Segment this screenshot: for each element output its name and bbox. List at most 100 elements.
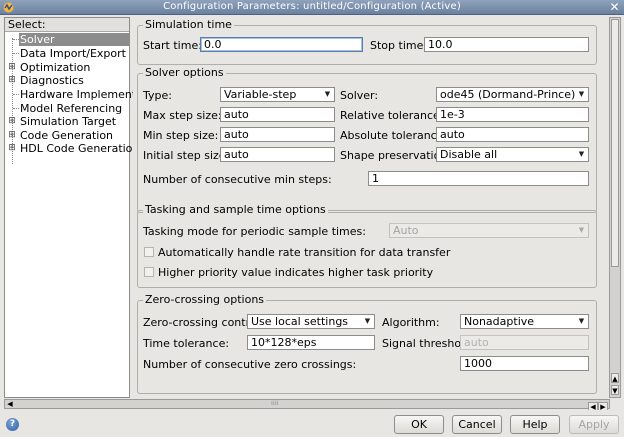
expand-icon[interactable]: ⊞: [7, 61, 17, 74]
help-button[interactable]: Help: [510, 415, 560, 434]
scroll-left-icon[interactable]: ◀: [6, 400, 14, 408]
tree-item-label: Model Referencing: [20, 102, 123, 115]
type-value: Variable-step: [224, 88, 297, 101]
tree-item-data-import-export[interactable]: Data Import/Export: [5, 47, 129, 60]
group-title: Solver options: [143, 66, 226, 79]
algorithm-dropdown[interactable]: Nonadaptive ▼: [460, 314, 589, 329]
min-step-size-label: Min step size:: [143, 129, 219, 142]
tree-item-optimization[interactable]: ⊞ Optimization: [5, 61, 129, 74]
group-title: Tasking and sample time options: [143, 203, 328, 216]
solver-settings-pane: Simulation time Start time: 0.0 Stop tim…: [133, 17, 609, 398]
start-time-label: Start time:: [143, 39, 202, 52]
zero-crossing-group: Zero-crossing options Zero-crossing cont…: [137, 293, 597, 394]
dialog-button-bar: ? OK Cancel Help Apply: [0, 410, 624, 437]
absolute-tolerance-input[interactable]: auto: [436, 127, 589, 142]
consecutive-min-steps-label: Number of consecutive min steps:: [143, 173, 332, 186]
solver-options-group: Solver options Type: Variable-step ▼ Sol…: [137, 66, 597, 213]
ok-button[interactable]: OK: [394, 415, 444, 434]
higher-priority-label: Higher priority value indicates higher t…: [158, 266, 434, 279]
tree-item-label: Solver: [19, 33, 129, 46]
relative-tolerance-input[interactable]: 1e-3: [436, 107, 589, 122]
close-icon[interactable]: ✕: [608, 0, 621, 14]
title-bar[interactable]: Configuration Parameters: untitled/Confi…: [0, 0, 624, 15]
type-dropdown[interactable]: Variable-step ▼: [220, 87, 335, 102]
tree-header: Select:: [5, 18, 129, 32]
tasking-group: Tasking and sample time options Tasking …: [137, 203, 597, 288]
tree-item-label: Optimization: [20, 61, 91, 74]
zero-crossing-control-value: Use local settings: [251, 315, 349, 328]
chevron-down-icon: ▼: [578, 226, 585, 234]
scroll-down-icon[interactable]: ▼: [611, 385, 619, 395]
stop-time-label: Stop time:: [370, 39, 428, 52]
chevron-down-icon: ▼: [578, 317, 585, 325]
shape-preservation-value: Disable all: [440, 148, 498, 161]
max-step-size-label: Max step size:: [143, 109, 222, 122]
tasking-mode-value: Auto: [393, 224, 419, 237]
simulation-time-group: Simulation time Start time: 0.0 Stop tim…: [137, 18, 597, 65]
absolute-tolerance-label: Absolute tolerance:: [340, 129, 448, 142]
tree-item-label: HDL Code Generation: [20, 142, 140, 155]
shape-preservation-label: Shape preservation:: [340, 149, 452, 162]
tree-item-label: Simulation Target: [20, 115, 117, 128]
tree-item-label: Data Import/Export: [20, 47, 126, 60]
chevron-down-icon: ▼: [578, 150, 585, 158]
start-time-input[interactable]: 0.0: [200, 37, 363, 52]
window-title: Configuration Parameters: untitled/Confi…: [163, 1, 461, 12]
tree-item-label: Code Generation: [20, 129, 114, 142]
tree-item-label: Hardware Implement...: [20, 88, 147, 101]
consecutive-zero-crossings-label: Number of consecutive zero crossings:: [143, 358, 357, 371]
type-label: Type:: [143, 89, 172, 102]
chevron-down-icon: ▼: [364, 317, 371, 325]
algorithm-value: Nonadaptive: [464, 315, 535, 328]
solver-label: Solver:: [340, 89, 379, 102]
tree-item-hardware-implementation[interactable]: Hardware Implement...: [5, 88, 147, 101]
algorithm-label: Algorithm:: [382, 316, 440, 329]
apply-button[interactable]: Apply: [569, 415, 619, 434]
consecutive-zero-crossings-input[interactable]: 1000: [460, 356, 589, 371]
shape-preservation-dropdown[interactable]: Disable all ▼: [436, 147, 589, 162]
group-title: Simulation time: [143, 18, 234, 31]
initial-step-size-label: Initial step size:: [143, 149, 230, 162]
consecutive-min-steps-input[interactable]: 1: [368, 171, 589, 186]
cancel-button[interactable]: Cancel: [452, 415, 502, 434]
tree-item-code-generation[interactable]: ⊞ Code Generation: [5, 129, 129, 142]
solver-value: ode45 (Dormand-Prince): [440, 88, 576, 101]
chevron-down-icon: ▼: [578, 90, 585, 98]
tree-item-simulation-target[interactable]: ⊞ Simulation Target: [5, 115, 129, 128]
zero-crossing-control-label: Zero-crossing control:: [143, 316, 264, 329]
tree-item-solver[interactable]: Solver: [5, 33, 129, 46]
chevron-down-icon: ▼: [324, 90, 331, 98]
group-title: Zero-crossing options: [143, 293, 267, 306]
stop-time-input[interactable]: 10.0: [424, 37, 589, 52]
initial-step-size-input[interactable]: auto: [220, 147, 335, 162]
tasking-mode-label: Tasking mode for periodic sample times:: [143, 225, 366, 238]
expand-icon[interactable]: ⊞: [7, 115, 17, 128]
higher-priority-checkbox[interactable]: [144, 267, 154, 277]
scrollbar-thumb[interactable]: [611, 19, 619, 267]
auto-rate-transition-label: Automatically handle rate transition for…: [158, 246, 451, 259]
auto-rate-transition-checkbox[interactable]: [144, 247, 154, 257]
zero-crossing-control-dropdown[interactable]: Use local settings ▼: [247, 314, 375, 329]
tree-item-hdl-code-generation[interactable]: ⊞ HDL Code Generation: [5, 142, 139, 155]
time-tolerance-label: Time tolerance:: [143, 337, 230, 350]
category-tree[interactable]: Select: Solver Data Import/Export ⊞ Opti…: [4, 17, 147, 398]
scroll-up-icon[interactable]: ▲: [611, 373, 619, 383]
solver-dropdown[interactable]: ode45 (Dormand-Prince) ▼: [436, 87, 589, 102]
signal-threshold-input[interactable]: auto: [460, 335, 589, 350]
min-step-size-input[interactable]: auto: [220, 127, 335, 142]
horizontal-scrollbar[interactable]: ◀ ⁞⁞⁞⁞: [4, 399, 610, 409]
help-icon[interactable]: ?: [6, 418, 19, 431]
expand-icon[interactable]: ⊞: [7, 74, 17, 87]
tasking-mode-dropdown[interactable]: Auto ▼: [389, 223, 589, 238]
vertical-scrollbar[interactable]: ▲ ▼: [609, 17, 621, 398]
max-step-size-input[interactable]: auto: [220, 107, 335, 122]
tree-item-label: Diagnostics: [20, 74, 84, 87]
tree-item-model-referencing[interactable]: Model Referencing: [5, 102, 129, 115]
expand-icon[interactable]: ⊞: [7, 142, 17, 155]
scrollbar-grip-icon[interactable]: ⁞⁞⁞⁞: [271, 401, 285, 407]
tree-item-diagnostics[interactable]: ⊞ Diagnostics: [5, 74, 129, 87]
relative-tolerance-label: Relative tolerance:: [340, 109, 444, 122]
horizontal-scroll-buttons: ◀ ▶: [588, 399, 610, 412]
expand-icon[interactable]: ⊞: [7, 129, 17, 142]
time-tolerance-input[interactable]: 10*128*eps: [247, 335, 375, 350]
